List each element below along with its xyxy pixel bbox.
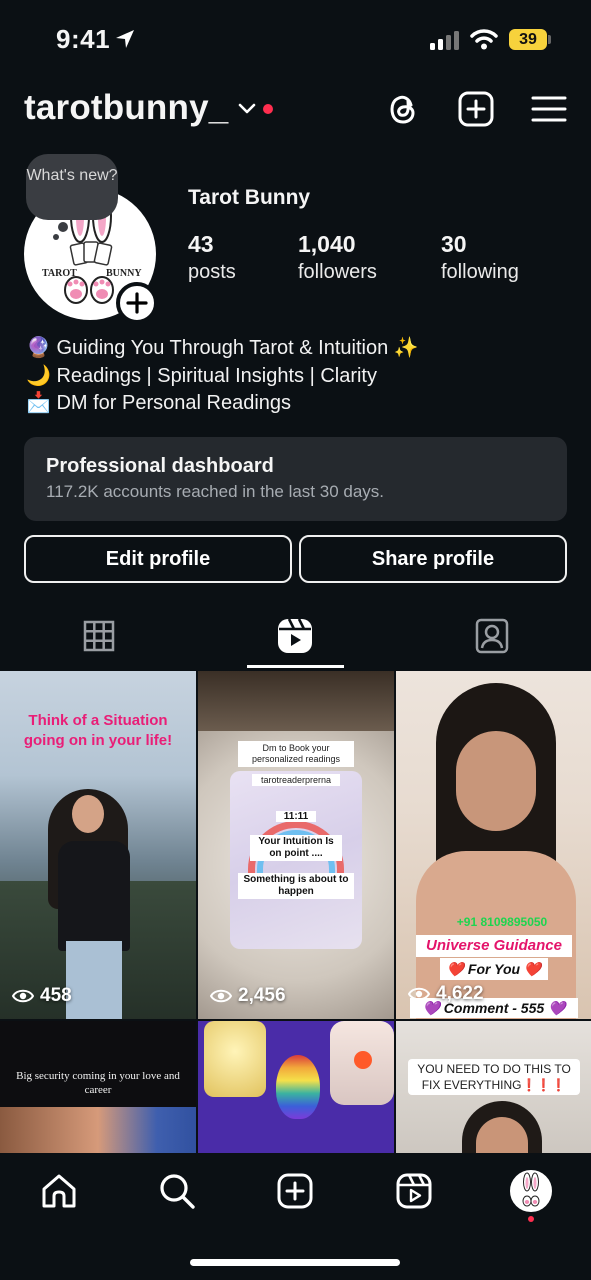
- beads-bg: [198, 671, 394, 731]
- profile-username[interactable]: tarotbunny_: [24, 88, 228, 128]
- chakra-heart: [276, 1055, 320, 1119]
- view-count-value: 4,622: [436, 983, 484, 1004]
- reels-icon[interactable]: [394, 1171, 434, 1211]
- followers-label: followers: [298, 261, 377, 283]
- posts-label: posts: [188, 261, 236, 283]
- view-count-value: 458: [40, 985, 72, 1006]
- person-face-front: [72, 795, 104, 833]
- view-count: 2,456: [210, 985, 286, 1007]
- candle-jar: [204, 1021, 266, 1097]
- dashboard-subtitle: 117.2K accounts reached in the last 30 d…: [46, 482, 385, 501]
- chevron-down-icon[interactable]: [238, 103, 256, 115]
- active-tab-indicator: [247, 665, 344, 668]
- edit-profile-button[interactable]: Edit profile: [24, 535, 292, 583]
- posts-stat[interactable]: 43 posts: [188, 230, 236, 286]
- view-count-value: 2,456: [238, 985, 286, 1006]
- profile-avatar-tab[interactable]: [510, 1170, 552, 1212]
- reel-thumbnail[interactable]: Dm to Book your personalized readings ta…: [198, 671, 394, 1019]
- status-bar: 9:41 39: [0, 0, 591, 80]
- reel-caption: Think of a Situation going on in your li…: [23, 712, 173, 749]
- battery-indicator: 39: [509, 29, 547, 50]
- view-count: 4,622: [408, 983, 484, 1005]
- search-icon[interactable]: [157, 1171, 197, 1211]
- share-profile-button[interactable]: Share profile: [299, 535, 567, 583]
- person-face: [456, 731, 536, 831]
- reel-line-2: Something is about to happen: [238, 873, 354, 899]
- tarot-card: tarotreaderprerna 11:11 Your Intuition I…: [230, 771, 362, 949]
- reel-thumbnail[interactable]: +91 8109895050 Universe Guidance ❤️ For …: [396, 671, 591, 1019]
- create-icon[interactable]: [275, 1171, 315, 1211]
- followers-stat[interactable]: 1,040 followers: [298, 230, 377, 286]
- reel-top-text: Dm to Book your personalized readings: [238, 741, 354, 767]
- bubble-tail: [58, 222, 68, 232]
- reel-thumbnail[interactable]: [198, 1021, 394, 1153]
- reel-time-text: 11:11: [276, 811, 316, 822]
- person-jacket: [58, 841, 130, 951]
- status-time: 9:41: [56, 24, 111, 54]
- profile-notification-dot: [528, 1216, 534, 1222]
- bio-line: 📩 DM for Personal Readings: [26, 392, 292, 414]
- wifi-icon: [470, 29, 498, 50]
- eye-icon: [12, 989, 34, 1003]
- notification-dot: [263, 104, 273, 114]
- reel-line-1: Your Intuition Is on point ....: [250, 835, 342, 861]
- bio-line: 🔮 Guiding You Through Tarot & Intuition …: [26, 337, 419, 359]
- reel-caption: YOU NEED TO DO THIS TO FIX EVERYTHING❗❗❗: [408, 1059, 580, 1095]
- eye-icon: [210, 989, 232, 1003]
- reel-handle: tarotreaderprerna: [252, 774, 340, 786]
- display-name: Tarot Bunny: [188, 186, 311, 209]
- menu-icon[interactable]: [530, 90, 568, 128]
- create-post-icon[interactable]: [457, 90, 495, 128]
- battery-tip: [548, 35, 551, 44]
- threads-icon[interactable]: [384, 90, 422, 128]
- following-label: following: [441, 261, 519, 283]
- bunny-logo-image: [522, 1172, 540, 1207]
- eye-icon: [408, 987, 430, 1001]
- reel-thumbnail[interactable]: Big security coming in your love and car…: [0, 1021, 196, 1153]
- view-count: 458: [12, 985, 72, 1007]
- cellular-signal-icon: [430, 31, 459, 50]
- person-jeans: [66, 941, 122, 1019]
- reel-caption: Big security coming in your love and car…: [16, 1070, 180, 1096]
- reel-thumbnail[interactable]: YOU NEED TO DO THIS TO FIX EVERYTHING❗❗❗: [396, 1021, 591, 1153]
- add-story-button[interactable]: [116, 282, 158, 324]
- followers-count: 1,040: [298, 231, 356, 257]
- grid-tab-icon[interactable]: [79, 616, 119, 656]
- location-arrow-icon: [116, 30, 134, 48]
- reels-tab-icon[interactable]: [275, 616, 315, 656]
- profile-bio: 🔮 Guiding You Through Tarot & Intuition …: [26, 335, 419, 418]
- reel-phone: +91 8109895050: [456, 915, 548, 929]
- dashboard-title: Professional dashboard: [46, 455, 274, 477]
- bio-line: 🌙 Readings | Spiritual Insights | Clarit…: [26, 364, 377, 387]
- reel-image-strip: [0, 1107, 196, 1153]
- posts-count: 43: [188, 231, 214, 257]
- following-count: 30: [441, 231, 467, 257]
- following-stat[interactable]: 30 following: [441, 230, 519, 286]
- reel-title-2: ❤️ For You ❤️: [440, 958, 548, 980]
- whats-new-bubble[interactable]: What's new?: [26, 154, 118, 220]
- candle-flame: [354, 1051, 372, 1069]
- plus-icon: [126, 292, 148, 314]
- bubble-tail-small: [53, 234, 59, 240]
- tagged-tab-icon[interactable]: [472, 616, 512, 656]
- reel-title-1: Universe Guidance: [416, 935, 572, 957]
- reel-thumbnail[interactable]: Think of a Situation going on in your li…: [0, 671, 196, 1019]
- professional-dashboard[interactable]: Professional dashboard 117.2K accounts r…: [24, 437, 567, 521]
- home-icon[interactable]: [39, 1171, 79, 1211]
- avatar-text-right: BUNNY: [106, 268, 142, 279]
- home-indicator[interactable]: [190, 1259, 400, 1266]
